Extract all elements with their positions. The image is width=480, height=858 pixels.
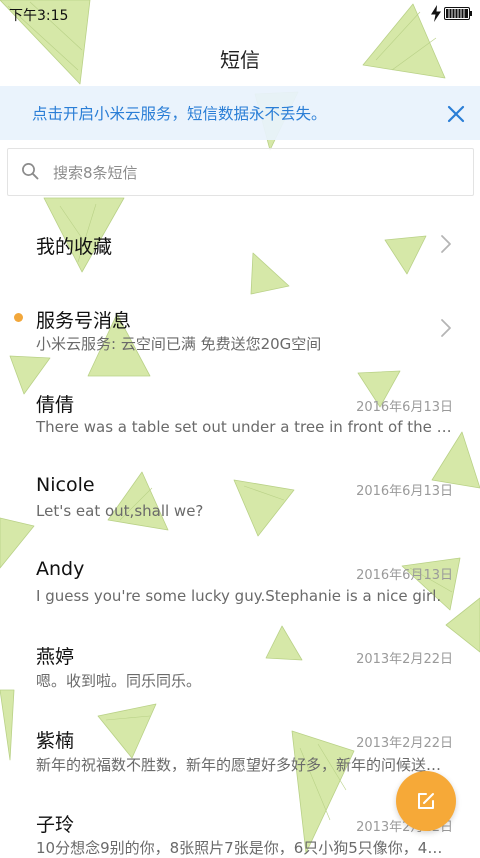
cloud-service-banner[interactable]: 点击开启小米云服务，短信数据永不丢失。	[0, 86, 480, 140]
search-placeholder: 搜索8条短信	[53, 164, 138, 182]
chevron-right-icon	[441, 319, 451, 337]
conversation-name: 倩倩	[36, 394, 75, 416]
conversation-name: 紫楠	[36, 730, 75, 752]
service-messages-title: 服务号消息	[36, 310, 132, 332]
status-time: 下午3:15	[9, 8, 69, 24]
banner-text[interactable]: 点击开启小米云服务，短信数据永不丢失。	[32, 102, 327, 124]
conversation-preview: 嗯。收到啦。同乐同乐。	[36, 672, 202, 690]
conversation-date: 2016年6月13日	[356, 400, 453, 415]
conversation-date: 2013年2月22日	[356, 652, 453, 667]
conversation-name: Nicole	[36, 474, 95, 496]
close-icon[interactable]	[446, 104, 466, 124]
conversation-name: Andy	[36, 558, 85, 580]
conversation-preview: 新年的祝福数不胜数，新年的愿望好多好多，新年的问候送给你	[36, 756, 454, 774]
service-messages-preview: 小米云服务: 云空间已满 免费送您20G空间	[36, 335, 322, 353]
conversation-row[interactable]	[0, 544, 480, 628]
compose-icon	[418, 793, 434, 809]
conversation-date: 2016年6月13日	[356, 568, 453, 583]
status-bar: 下午3:15	[0, 0, 480, 28]
unread-dot	[14, 313, 23, 322]
search-icon	[22, 163, 39, 180]
compose-button[interactable]	[396, 771, 456, 831]
battery-icon	[444, 7, 472, 20]
conversation-name: 燕婷	[36, 646, 75, 668]
conversation-preview: Let's eat out,shall we?	[36, 502, 204, 520]
favorites-label: 我的收藏	[36, 236, 113, 258]
conversation-name: 子玲	[36, 814, 75, 836]
conversation-preview: I guess you're some lucky guy.Stephanie …	[36, 587, 442, 605]
conversation-date: 2016年6月13日	[356, 484, 453, 499]
conversation-preview: There was a table set out under a tree i…	[36, 418, 454, 436]
conversation-preview: 10分想念9别的你，8张照片7张是你，6只小狗5只像你，4次梦里	[36, 839, 454, 857]
chevron-right-icon	[441, 235, 451, 253]
conversation-date: 2013年2月22日	[356, 736, 453, 751]
page-title: 短信	[220, 48, 260, 72]
lightning-icon	[431, 5, 441, 22]
